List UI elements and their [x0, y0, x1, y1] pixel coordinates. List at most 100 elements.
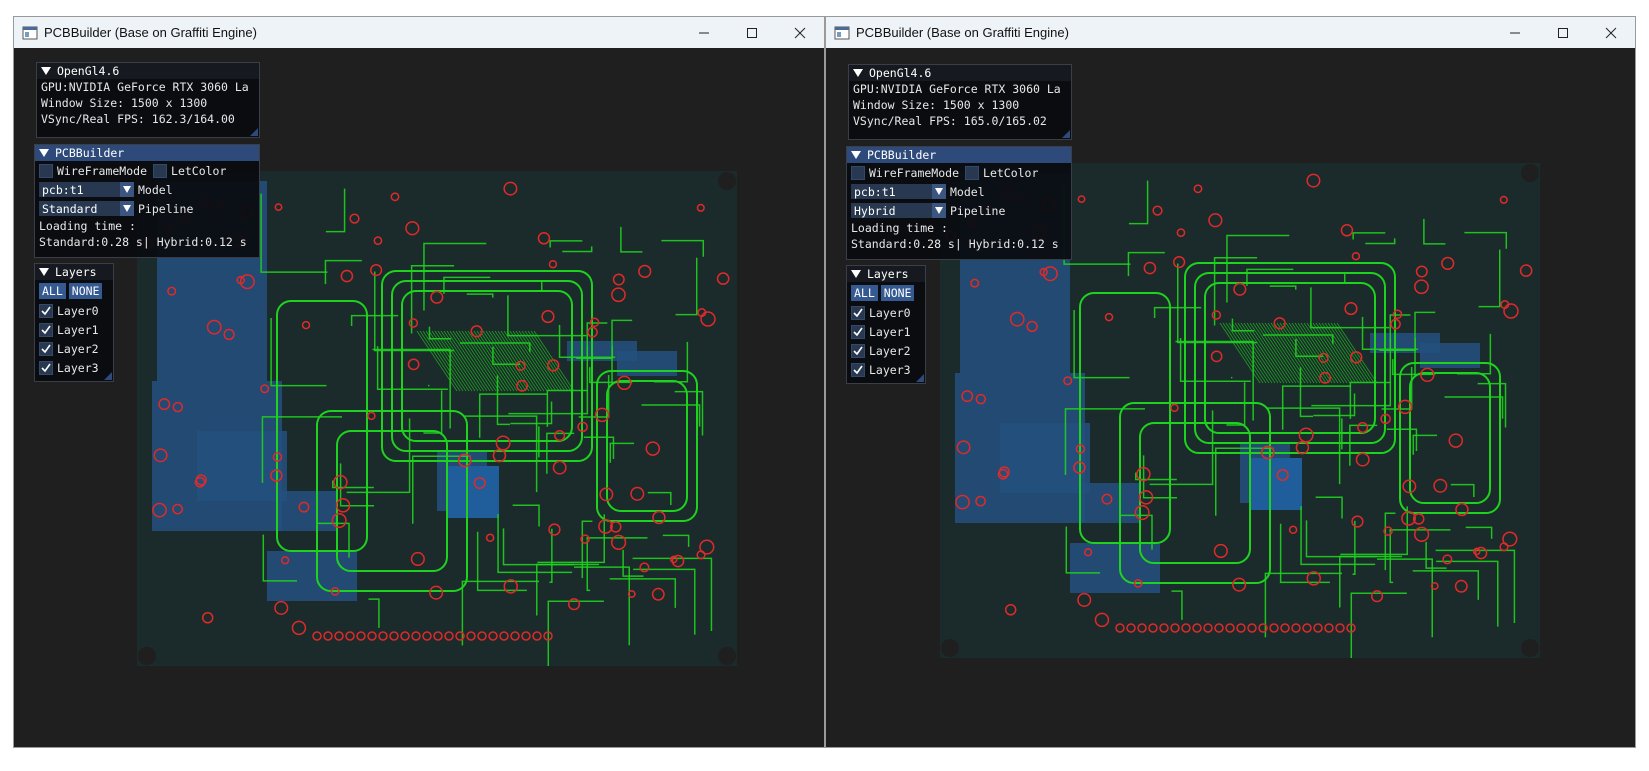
resize-grip-icon[interactable]: [916, 374, 924, 382]
title-bar[interactable]: PCBBuilder (Base on Graffiti Engine): [14, 17, 824, 49]
pipeline-label: Pipeline: [138, 201, 194, 216]
chevron-down-icon: [120, 201, 134, 216]
layer-label: Layer2: [869, 343, 911, 358]
wireframe-checkbox[interactable]: [851, 165, 865, 180]
resize-grip-icon[interactable]: [104, 372, 112, 380]
letcolor-label: LetColor: [983, 165, 1039, 180]
window-title: PCBBuilder (Base on Graffiti Engine): [44, 25, 257, 40]
render-viewport[interactable]: OpenGl4.6 GPU:NVIDIA GeForce RTX 3060 La…: [826, 48, 1635, 747]
wireframe-checkbox[interactable]: [39, 163, 53, 178]
options-row: WireFrameMode LetColor: [847, 163, 1071, 182]
resize-grip-icon[interactable]: [1062, 130, 1070, 138]
layer-checkbox[interactable]: [851, 343, 865, 358]
layer-checkbox[interactable]: [851, 305, 865, 320]
pcbbuilder-panel: PCBBuilder WireFrameMode LetColor pcb:t1…: [846, 146, 1072, 260]
layer-item[interactable]: Layer3: [847, 360, 925, 379]
layer-label: Layer0: [869, 305, 911, 320]
window-right[interactable]: PCBBuilder (Base on Graffiti Engine) Ope…: [825, 16, 1636, 748]
pipeline-select[interactable]: Hybrid: [851, 203, 946, 218]
layer-checkbox[interactable]: [39, 322, 53, 337]
checkmark-icon: [41, 363, 51, 372]
layers-panel: Layers ALL NONE Layer0 Layer1 Layer2 Lay…: [34, 263, 114, 382]
layers-panel-header[interactable]: Layers: [35, 264, 113, 280]
none-layers-button[interactable]: NONE: [880, 284, 915, 301]
window-left[interactable]: PCBBuilder (Base on Graffiti Engine) Ope…: [13, 16, 825, 748]
letcolor-checkbox[interactable]: [965, 165, 980, 180]
pipeline-label: Pipeline: [950, 203, 1006, 218]
layers-header-label: Layers: [55, 265, 97, 279]
layer-item[interactable]: Layer0: [35, 301, 113, 320]
app-icon: [834, 25, 850, 41]
checkmark-icon: [41, 306, 51, 315]
maximize-button[interactable]: [1539, 17, 1587, 48]
chevron-down-icon: [120, 182, 134, 197]
resize-grip-icon[interactable]: [250, 128, 258, 136]
layer-item[interactable]: Layer3: [35, 358, 113, 377]
layers-header-label: Layers: [867, 267, 909, 281]
letcolor-label: LetColor: [171, 163, 227, 178]
layer-item[interactable]: Layer2: [35, 339, 113, 358]
collapse-triangle-icon: [851, 270, 861, 278]
close-icon: [1605, 27, 1617, 38]
title-bar[interactable]: PCBBuilder (Base on Graffiti Engine): [826, 17, 1635, 49]
opengl-info-panel: OpenGl4.6 GPU:NVIDIA GeForce RTX 3060 La…: [848, 64, 1072, 140]
pcbbuilder-header-label: PCBBuilder: [55, 146, 125, 160]
layer-label: Layer3: [869, 362, 911, 377]
gpu-info: GPU:NVIDIA GeForce RTX 3060 La: [853, 82, 1061, 96]
pcbbuilder-header-label: PCBBuilder: [867, 148, 937, 162]
pipeline-select-value: Standard: [42, 201, 98, 216]
layer-label: Layer0: [57, 303, 99, 318]
minimize-button[interactable]: [1491, 17, 1539, 48]
fps-info: VSync/Real FPS: 162.3/164.00: [41, 112, 235, 126]
layers-panel-header[interactable]: Layers: [847, 266, 925, 282]
chevron-down-icon: [932, 184, 946, 199]
layer-checkbox[interactable]: [39, 303, 53, 318]
opengl-panel-header[interactable]: OpenGl4.6: [37, 63, 259, 79]
window-title: PCBBuilder (Base on Graffiti Engine): [856, 25, 1069, 40]
maximize-button[interactable]: [728, 17, 776, 48]
layer-item[interactable]: Layer1: [847, 322, 925, 341]
layer-checkbox[interactable]: [851, 324, 865, 339]
opengl-header-label: OpenGl4.6: [869, 66, 932, 80]
model-select-value: pcb:t1: [42, 182, 84, 197]
all-layers-button[interactable]: ALL: [39, 282, 66, 299]
loading-time-values: Standard:0.28 s| Hybrid:0.12 s: [851, 237, 1059, 251]
minimize-icon: [1510, 32, 1520, 33]
checkmark-icon: [853, 365, 863, 374]
layer-label: Layer2: [57, 341, 99, 356]
collapse-triangle-icon: [39, 268, 49, 276]
layer-checkbox[interactable]: [39, 341, 53, 356]
pcbbuilder-panel: PCBBuilder WireFrameMode LetColor pcb:t1…: [34, 144, 260, 258]
layer-item[interactable]: Layer0: [847, 303, 925, 322]
layer-item[interactable]: Layer1: [35, 320, 113, 339]
checkmark-icon: [853, 308, 863, 317]
layer-label: Layer1: [57, 322, 99, 337]
render-viewport[interactable]: OpenGl4.6 GPU:NVIDIA GeForce RTX 3060 La…: [14, 48, 824, 747]
minimize-button[interactable]: [680, 17, 728, 48]
close-button[interactable]: [1587, 17, 1635, 48]
pcbbuilder-panel-header[interactable]: PCBBuilder: [847, 147, 1071, 163]
layer-checkbox[interactable]: [851, 362, 865, 377]
close-icon: [794, 27, 806, 38]
opengl-panel-header[interactable]: OpenGl4.6: [849, 65, 1071, 81]
window-size-info: Window Size: 1500 x 1300: [41, 96, 208, 110]
maximize-icon: [1558, 27, 1568, 38]
model-select[interactable]: pcb:t1: [39, 182, 134, 197]
layers-panel: Layers ALL NONE Layer0 Layer1 Layer2 Lay…: [846, 265, 926, 384]
checkmark-icon: [853, 327, 863, 336]
options-row: WireFrameMode LetColor: [35, 161, 259, 180]
checkmark-icon: [41, 325, 51, 334]
pipeline-select[interactable]: Standard: [39, 201, 134, 216]
model-select[interactable]: pcb:t1: [851, 184, 946, 199]
close-button[interactable]: [776, 17, 824, 48]
layer-label: Layer3: [57, 360, 99, 375]
collapse-triangle-icon: [41, 67, 51, 75]
none-layers-button[interactable]: NONE: [68, 282, 103, 299]
layer-checkbox[interactable]: [39, 360, 53, 375]
chevron-down-icon: [932, 203, 946, 218]
layer-item[interactable]: Layer2: [847, 341, 925, 360]
model-row: pcb:t1 Model: [35, 180, 259, 199]
letcolor-checkbox[interactable]: [153, 163, 168, 178]
all-layers-button[interactable]: ALL: [851, 284, 878, 301]
pcbbuilder-panel-header[interactable]: PCBBuilder: [35, 145, 259, 161]
